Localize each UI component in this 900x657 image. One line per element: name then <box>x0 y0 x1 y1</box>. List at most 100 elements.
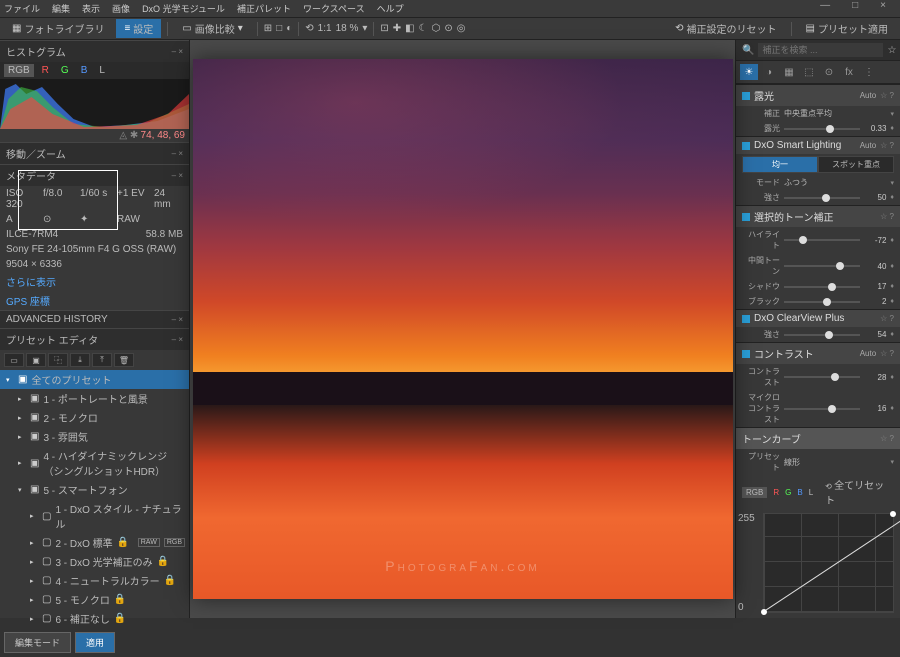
menu-workspace[interactable]: ワークスペース <box>303 2 365 15</box>
tool-icon[interactable]: ⊙ <box>444 23 452 34</box>
preset-item[interactable]: ▢ 5 - モノクロ 🔒 <box>24 590 189 609</box>
panel-toggle[interactable] <box>742 142 750 150</box>
meta-gps[interactable]: GPS 座標 <box>6 293 50 308</box>
preset-folder[interactable]: ▣ 4 - ハイダイナミックレンジ（シングルショットHDR） <box>12 446 189 480</box>
history-header[interactable]: ADVANCED HISTORY– × <box>0 310 189 328</box>
panel-toggle[interactable] <box>742 315 750 323</box>
apply-button[interactable]: 適用 <box>75 632 115 653</box>
tool-icon[interactable]: ◐ <box>286 23 292 34</box>
mode-select[interactable]: ふつう <box>784 177 886 188</box>
preset-folder[interactable]: ▣ 1 - ポートレートと風景 <box>12 389 189 408</box>
tool-icon[interactable]: ◧ <box>405 23 414 34</box>
clearview-slider[interactable] <box>784 334 860 336</box>
panel-toggle[interactable] <box>742 350 750 358</box>
curve-preset[interactable]: 線形 <box>784 457 886 468</box>
close-icon[interactable]: × <box>880 0 886 11</box>
tab-detail-icon[interactable]: ▦ <box>780 64 798 80</box>
hist-tab-rgb[interactable]: RGB <box>4 64 34 77</box>
curve-tab-r[interactable]: R <box>773 488 779 497</box>
menu-file[interactable]: ファイル <box>4 2 40 15</box>
menu-edit[interactable]: 編集 <box>52 2 70 15</box>
tab-geometry-icon[interactable]: ⬚ <box>800 64 818 80</box>
shadow-slider[interactable] <box>784 286 860 288</box>
tool-icon[interactable]: ⊞ <box>264 23 272 34</box>
preset-new-icon[interactable]: ▭ <box>4 353 24 367</box>
minimize-icon[interactable]: — <box>820 0 830 11</box>
highlight-slider[interactable] <box>784 239 860 241</box>
tool-icon[interactable]: ⬡ <box>432 23 441 34</box>
preset-export-icon[interactable]: ⤒ <box>92 353 112 367</box>
menu-image[interactable]: 画像 <box>112 2 130 15</box>
apply-preset[interactable]: ▤ プリセット適用 <box>798 19 896 38</box>
exposure-slider[interactable] <box>784 128 860 130</box>
photolib-tab[interactable]: ▦ フォトライブラリ <box>4 19 112 38</box>
star-icon[interactable]: ☆ ? <box>880 91 894 100</box>
tab-watermark-icon[interactable]: fx <box>840 64 858 80</box>
histogram-header[interactable]: ヒストグラム– × <box>0 40 189 62</box>
tab-more-icon[interactable]: ⋮ <box>860 64 878 80</box>
contrast-slider[interactable] <box>784 376 860 378</box>
preset-folder-icon[interactable]: ▣ <box>26 353 46 367</box>
star-icon[interactable]: ☆ <box>887 45 896 56</box>
curve-tab-l[interactable]: L <box>809 488 813 497</box>
preset-folder[interactable]: ▣ 2 - モノクロ <box>12 408 189 427</box>
preset-folder[interactable]: ▣ 3 - 雰囲気 <box>12 427 189 446</box>
exposure-mode[interactable]: 中央重点平均 <box>784 108 886 119</box>
hist-tab-b[interactable]: B <box>77 64 92 77</box>
midtone-slider[interactable] <box>784 265 860 267</box>
meta-lens: Sony FE 24-105mm F4 G OSS (RAW) <box>6 244 176 255</box>
maximize-icon[interactable]: □ <box>852 0 858 11</box>
menu-optics[interactable]: DxO 光学モジュール <box>142 2 225 15</box>
zoom-fit-icon[interactable]: ⟲ <box>305 23 313 34</box>
watermark: PhotograFan.com <box>385 558 539 574</box>
reset-corrections[interactable]: ⟲ 補正設定のリセット <box>667 19 784 38</box>
microcontrast-slider[interactable] <box>784 408 860 410</box>
preset-item[interactable]: ▢ 6 - 補正なし 🔒 <box>24 609 189 628</box>
strength-slider[interactable] <box>784 197 860 199</box>
chevron-down-icon[interactable]: ▾ <box>362 23 367 34</box>
curve-reset[interactable]: ⟲ 全てリセット <box>825 477 894 507</box>
tool-icon[interactable]: ☾ <box>419 23 428 34</box>
hist-tab-r[interactable]: R <box>38 64 53 77</box>
crop-icon[interactable]: ⊡ <box>380 23 388 34</box>
zoom-11[interactable]: 1:1 <box>318 23 332 34</box>
seg-uniform[interactable]: 均一 <box>742 156 818 173</box>
tool-icon[interactable]: ✚ <box>393 23 401 34</box>
black-slider[interactable] <box>784 301 860 303</box>
preset-item[interactable]: ▢ 3 - DxO 光学補正のみ 🔒 <box>24 552 189 571</box>
settings-tab[interactable]: ≡ 設定 <box>116 19 161 38</box>
tab-local-icon[interactable]: ⊙ <box>820 64 838 80</box>
preset-item[interactable]: ▢ 1 - DxO スタイル - ナチュラル <box>24 499 189 533</box>
panel-toggle[interactable] <box>742 92 750 100</box>
image-preview[interactable]: PhotograFan.com <box>193 59 733 599</box>
movezoom-header[interactable]: 移動／ズーム– × <box>0 142 189 164</box>
tab-light-icon[interactable]: ☀ <box>740 64 758 80</box>
panel-toggle[interactable] <box>742 213 750 221</box>
tool-icon[interactable]: ◎ <box>457 23 466 34</box>
seg-spot[interactable]: スポット重点 <box>818 156 894 173</box>
compare-dropdown[interactable]: ▭ 画像比較 ▾ <box>174 19 250 38</box>
preset-import-icon[interactable]: ⤓ <box>70 353 90 367</box>
curve-tab-g[interactable]: G <box>785 488 791 497</box>
preset-root[interactable]: ▣ 全てのプリセット <box>0 370 189 389</box>
preset-delete-icon[interactable]: 🗑 <box>114 353 134 367</box>
hist-tab-g[interactable]: G <box>57 64 73 77</box>
hist-tab-l[interactable]: L <box>95 64 109 77</box>
preset-editor-header[interactable]: プリセット エディタ– × <box>0 328 189 350</box>
menu-palette[interactable]: 補正パレット <box>237 2 291 15</box>
curve-tab-b[interactable]: B <box>797 488 802 497</box>
preset-folder[interactable]: ▣ 5 - スマートフォン <box>12 480 189 499</box>
tone-curve[interactable] <box>763 513 894 613</box>
tool-icon[interactable]: □ <box>276 23 282 34</box>
curve-tab-rgb[interactable]: RGB <box>742 487 767 498</box>
menu-view[interactable]: 表示 <box>82 2 100 15</box>
zoom-pct[interactable]: 18 % <box>336 23 359 34</box>
edit-mode-button[interactable]: 編集モード <box>4 632 71 653</box>
preset-copy-icon[interactable]: ⿻ <box>48 353 68 367</box>
search-input[interactable] <box>758 43 883 57</box>
menu-help[interactable]: ヘルプ <box>377 2 404 15</box>
preset-item[interactable]: ▢ 4 - ニュートラルカラー 🔒 <box>24 571 189 590</box>
meta-more[interactable]: さらに表示 <box>6 274 56 289</box>
preset-item[interactable]: ▢ 2 - DxO 標準 🔒RAW RGB <box>24 533 189 552</box>
tab-color-icon[interactable]: ◑ <box>760 64 778 80</box>
